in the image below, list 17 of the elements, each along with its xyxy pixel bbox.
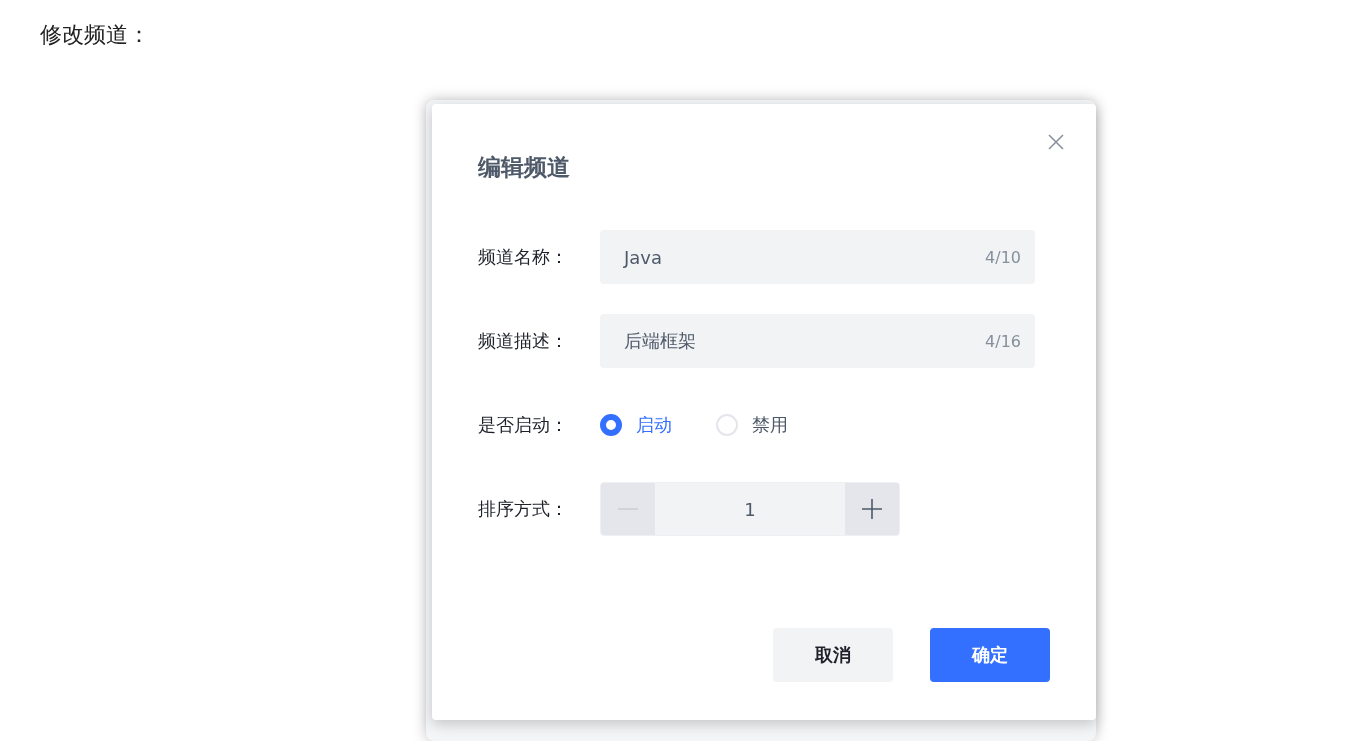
stepper-value: 1 — [743, 497, 757, 522]
cancel-button[interactable]: 取消 — [773, 628, 893, 682]
increment-button[interactable] — [845, 483, 899, 535]
dialog-title: 编辑频道 — [478, 153, 571, 182]
close-icon[interactable] — [1048, 134, 1064, 150]
field-label: 是否启动： — [478, 413, 569, 437]
confirm-button[interactable]: 确定 — [930, 628, 1050, 682]
input-field[interactable]: Java 4/10 — [600, 230, 1035, 284]
field-label: 频道名称： — [478, 245, 569, 269]
radio-option[interactable]: 禁用 — [716, 413, 788, 437]
number-stepper[interactable]: 1 — [600, 482, 900, 536]
plus-icon — [862, 499, 882, 519]
radio-option[interactable]: 启动 — [600, 413, 672, 437]
input-field[interactable]: 后端框架 4/16 — [600, 314, 1035, 368]
page-heading: 修改频道： — [40, 21, 150, 49]
field-label: 排序方式： — [478, 497, 569, 521]
field-label: 频道描述： — [478, 329, 569, 353]
